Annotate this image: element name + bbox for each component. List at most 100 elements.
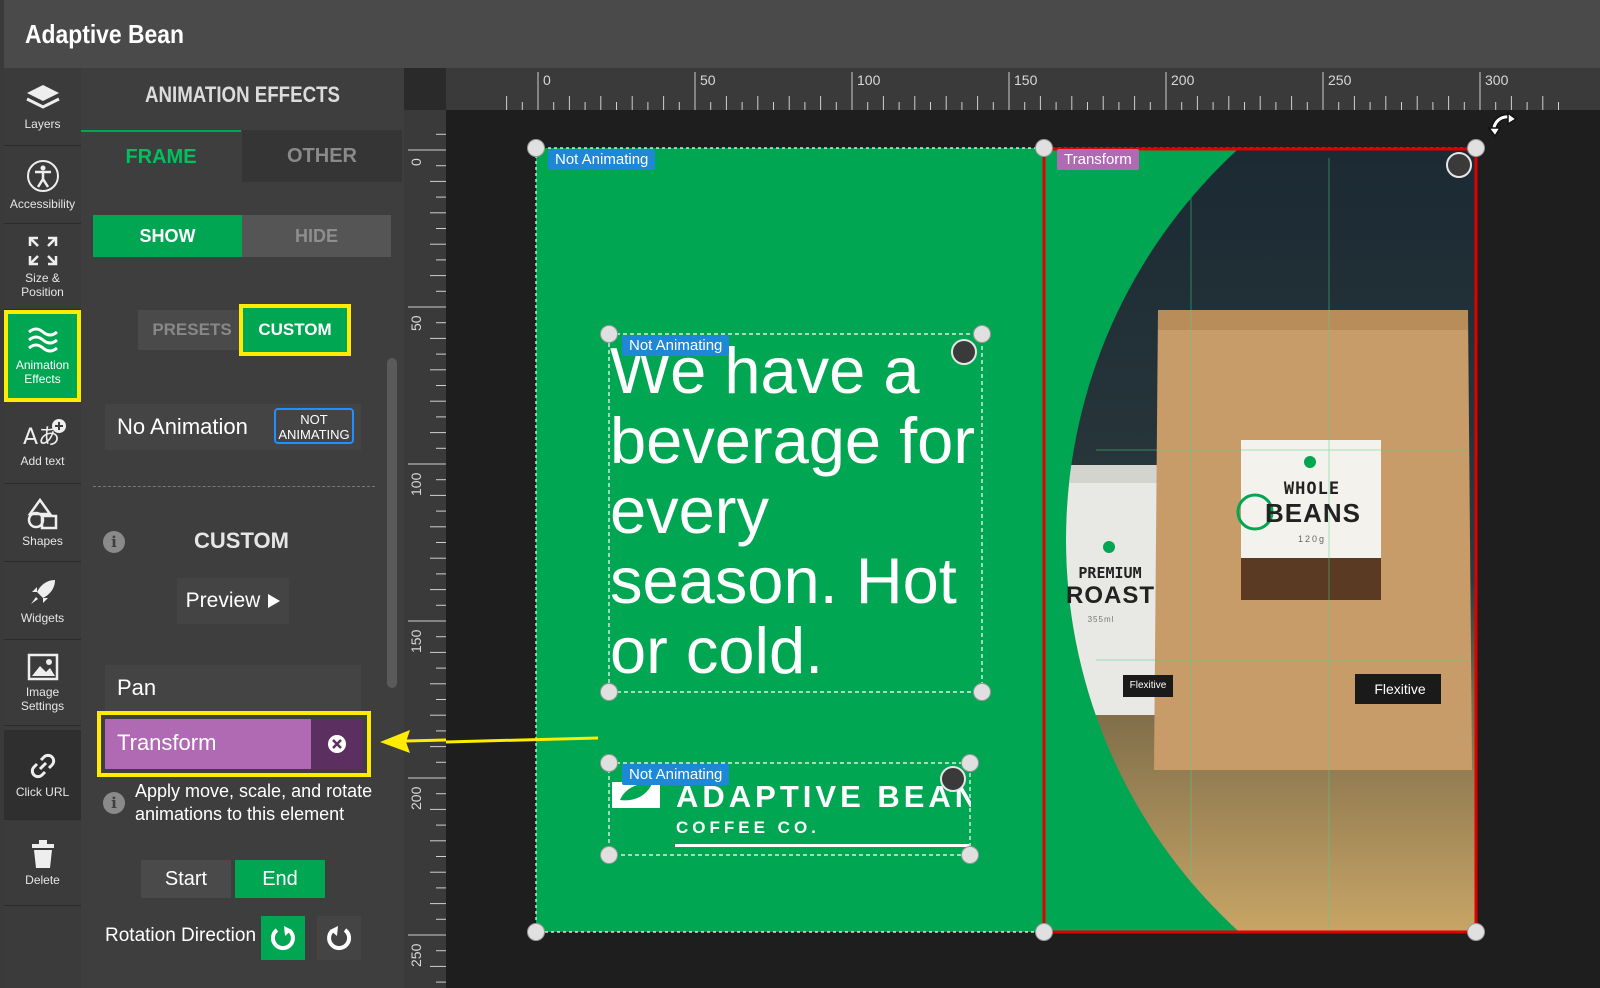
ruler-label: 100 — [857, 72, 881, 88]
ruler-label: 200 — [1171, 72, 1195, 88]
hide-button[interactable]: HIDE — [242, 215, 391, 257]
rail-image-settings[interactable]: Image Settings — [4, 640, 81, 726]
rotate-handle[interactable] — [940, 766, 966, 792]
tab-frame[interactable]: FRAME — [81, 130, 241, 182]
resize-handle[interactable] — [1467, 139, 1485, 157]
resize-handle[interactable] — [527, 139, 545, 157]
headline-text[interactable]: We have a beverage for every season. Hot… — [610, 336, 990, 686]
remove-transform-button[interactable] — [311, 719, 363, 769]
no-animation-label: No Animation — [117, 414, 248, 439]
presets-button[interactable]: PRESETS — [138, 310, 246, 350]
cup-label-line2: ROAST — [1066, 582, 1155, 609]
pan-effect[interactable]: Pan — [105, 665, 361, 711]
not-animating-badge: NOT ANIMATING — [274, 408, 354, 444]
rail-widgets[interactable]: Widgets — [4, 562, 81, 640]
rail-click-url[interactable]: Click URL — [4, 730, 81, 820]
frame-status-tag: Not Animating — [548, 149, 656, 170]
resize-icon — [28, 236, 57, 265]
close-icon — [328, 735, 346, 753]
resize-handle[interactable] — [527, 923, 545, 941]
cup-brand: Flexitive — [1129, 680, 1167, 691]
accessibility-icon — [26, 159, 59, 192]
resize-handle[interactable] — [1035, 923, 1053, 941]
layers-icon — [25, 84, 60, 109]
no-animation-option[interactable]: No Animation NOT ANIMATING — [105, 404, 361, 450]
resize-handle[interactable] — [600, 683, 618, 701]
rail-layers[interactable]: Layers — [4, 68, 81, 146]
rail-label: Image Settings — [20, 684, 65, 713]
panel-title: ANIMATION EFFECTS — [145, 82, 340, 107]
rail-shapes[interactable]: Shapes — [4, 484, 81, 562]
image-icon — [27, 653, 58, 680]
preview-button[interactable]: Preview — [177, 578, 289, 624]
ruler-label: 0 — [543, 72, 551, 88]
logo-status-tag: Not Animating — [622, 764, 730, 785]
logo-underline — [675, 844, 969, 847]
horizontal-ruler: 0 50 100 150 200 250 300 — [446, 68, 1600, 110]
ruler-label: 0 — [408, 158, 424, 166]
tab-other[interactable]: OTHER — [242, 130, 402, 182]
rotate-clockwise-button[interactable] — [261, 916, 305, 960]
start-button[interactable]: Start — [141, 860, 231, 898]
play-icon — [268, 594, 281, 608]
resize-handle[interactable] — [973, 325, 991, 343]
ruler-label: 150 — [1014, 72, 1038, 88]
link-icon — [30, 753, 55, 778]
vertical-ruler: 0 50 100 150 200 250 — [404, 110, 446, 988]
panel-scrollbar[interactable] — [387, 358, 397, 688]
rail-label: Size & Position — [21, 270, 64, 299]
ruler-label: 300 — [1485, 72, 1509, 88]
rail-label: Add text — [20, 453, 65, 468]
bag-brand: Flexitive — [1374, 681, 1426, 697]
add-text-icon: Aあ — [23, 418, 66, 450]
end-button[interactable]: End — [235, 860, 325, 898]
ruler-label: 250 — [1328, 72, 1352, 88]
rail-label: Animation Effects — [15, 357, 70, 386]
preview-label: Preview — [185, 589, 261, 612]
panel-divider — [93, 486, 375, 487]
logo-tagline: COFFEE CO. — [676, 818, 820, 837]
info-icon[interactable]: i — [103, 792, 125, 814]
resize-handle[interactable] — [600, 846, 618, 864]
rail-label: Shapes — [22, 533, 63, 548]
rotate-handle[interactable] — [1446, 152, 1472, 178]
rotate-handle[interactable] — [951, 339, 977, 365]
transform-help-text: Apply move, scale, and rotate animations… — [135, 781, 373, 824]
ruler-label: 250 — [408, 943, 424, 967]
resize-handle[interactable] — [973, 683, 991, 701]
app-window: Adaptive Bean Layers Accessibility Size … — [0, 0, 1600, 988]
tool-rail: Layers Accessibility Size & Position Ani… — [4, 68, 81, 988]
bag-label-line2: BEANS — [1264, 498, 1361, 528]
resize-handle[interactable] — [1467, 923, 1485, 941]
resize-handle[interactable] — [1035, 139, 1053, 157]
cup-size: 355ml — [1087, 615, 1115, 624]
resize-handle[interactable] — [961, 846, 979, 864]
resize-handle[interactable] — [961, 754, 979, 772]
rotate-cursor-icon — [1487, 111, 1518, 138]
title-bar: Adaptive Bean — [4, 0, 1600, 68]
transform-label: Transform — [117, 730, 217, 755]
rail-delete[interactable]: Delete — [4, 820, 81, 906]
show-button[interactable]: SHOW — [93, 215, 242, 257]
shapes-icon — [27, 497, 57, 529]
ruler-label: 50 — [700, 72, 716, 88]
callout-arrow-head — [380, 730, 446, 753]
ruler-corner — [404, 68, 446, 110]
design-canvas[interactable]: WHOLE BEANS 120g Flexitive PREMIUM ROAST… — [446, 110, 1600, 988]
ruler-label: 50 — [408, 315, 424, 331]
ruler-label: 200 — [408, 786, 424, 810]
transform-effect[interactable]: Transform — [105, 719, 363, 769]
custom-heading: CUSTOM — [194, 528, 289, 553]
rail-size-position[interactable]: Size & Position — [4, 224, 81, 310]
rotate-counterclockwise-button[interactable] — [317, 916, 361, 960]
rail-accessibility[interactable]: Accessibility — [4, 146, 81, 224]
resize-handle[interactable] — [600, 754, 618, 772]
rail-animation-effects[interactable]: Animation Effects — [4, 310, 81, 402]
rail-label: Click URL — [15, 784, 70, 799]
info-icon[interactable]: i — [103, 531, 125, 553]
cup-label-line1: PREMIUM — [1078, 564, 1142, 582]
app-title: Adaptive Bean — [25, 19, 184, 49]
rail-add-text[interactable]: Aあ Add text — [4, 402, 81, 484]
custom-button[interactable]: CUSTOM — [239, 304, 351, 356]
resize-handle[interactable] — [600, 325, 618, 343]
